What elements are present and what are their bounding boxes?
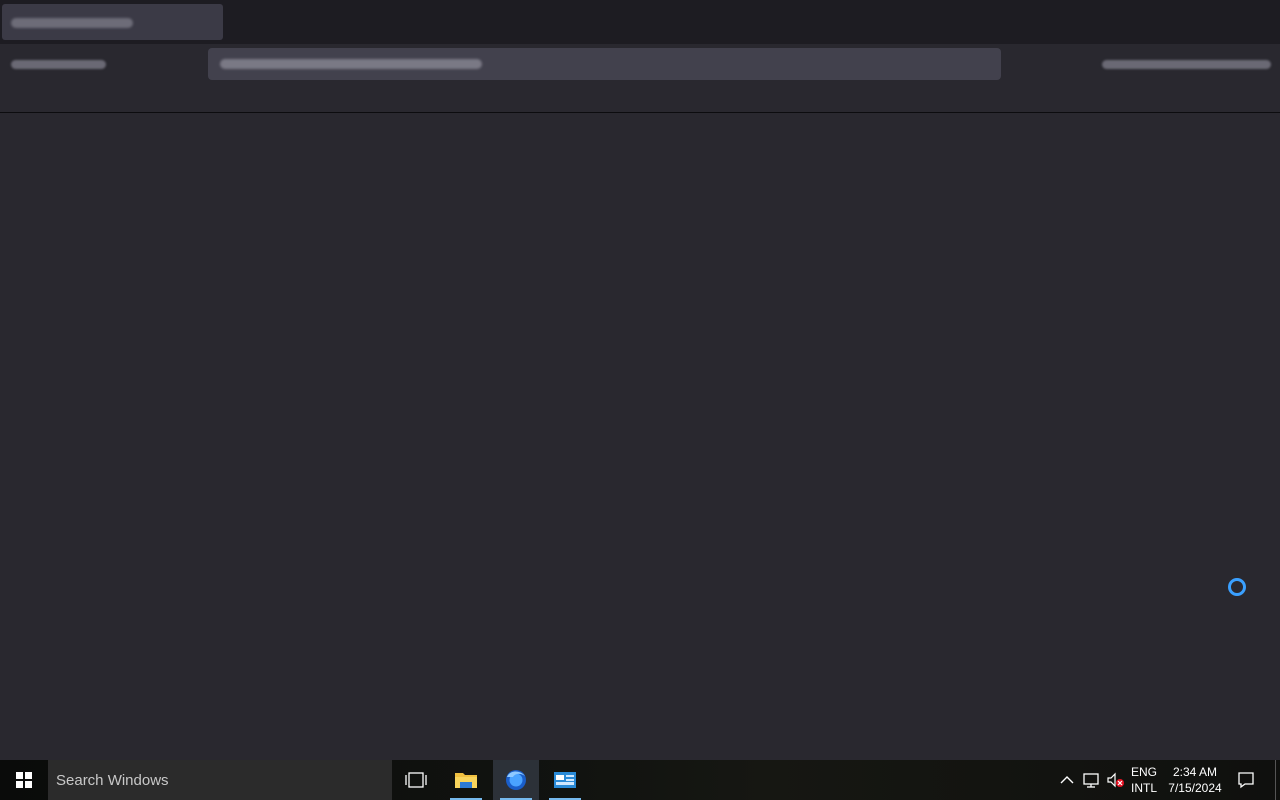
keyboard-layout: INTL: [1130, 781, 1157, 795]
windows-logo-icon: [16, 772, 32, 788]
firefox-icon: [506, 770, 526, 790]
page-content: [0, 113, 1280, 760]
show-desktop-button[interactable]: [1275, 760, 1276, 800]
tab-strip: [0, 0, 1280, 44]
nav-toolbar: [0, 44, 1280, 112]
folder-icon: [455, 773, 477, 788]
search-placeholder: Search Windows: [56, 771, 169, 789]
clock-time: 2:34 AM: [1172, 765, 1218, 779]
taskbar-clock[interactable]: 2:34 AM 7/15/2024: [1164, 764, 1226, 796]
start-button[interactable]: [0, 760, 48, 800]
clock-date: 7/15/2024: [1168, 781, 1222, 795]
nav-buttons-placeholder: [11, 60, 106, 69]
language-code: ENG: [1130, 765, 1157, 779]
taskbar: Search Windows ENG INTL 2:34 AM 7/15/202…: [0, 760, 1280, 800]
app-button[interactable]: [545, 760, 585, 800]
notification-center-icon[interactable]: [1232, 770, 1260, 790]
file-explorer-button[interactable]: [446, 760, 486, 800]
app-window-icon: [554, 772, 576, 788]
tab-title-placeholder: [11, 18, 133, 28]
url-placeholder: [220, 59, 482, 69]
browser-window: [0, 0, 1280, 760]
chevron-up-icon[interactable]: [1057, 770, 1077, 790]
task-view-icon: [405, 772, 427, 788]
loading-spinner-icon: [1228, 578, 1246, 596]
taskbar-search-box[interactable]: Search Windows: [48, 760, 392, 800]
input-language-indicator[interactable]: ENG INTL: [1126, 764, 1162, 796]
address-bar[interactable]: [208, 48, 1001, 80]
volume-muted-icon[interactable]: [1105, 770, 1125, 790]
toolbar-icons-placeholder: [1102, 60, 1271, 69]
network-icon[interactable]: [1081, 770, 1101, 790]
task-view-button[interactable]: [396, 760, 436, 800]
browser-tab[interactable]: [2, 4, 223, 40]
firefox-button[interactable]: [493, 760, 539, 800]
